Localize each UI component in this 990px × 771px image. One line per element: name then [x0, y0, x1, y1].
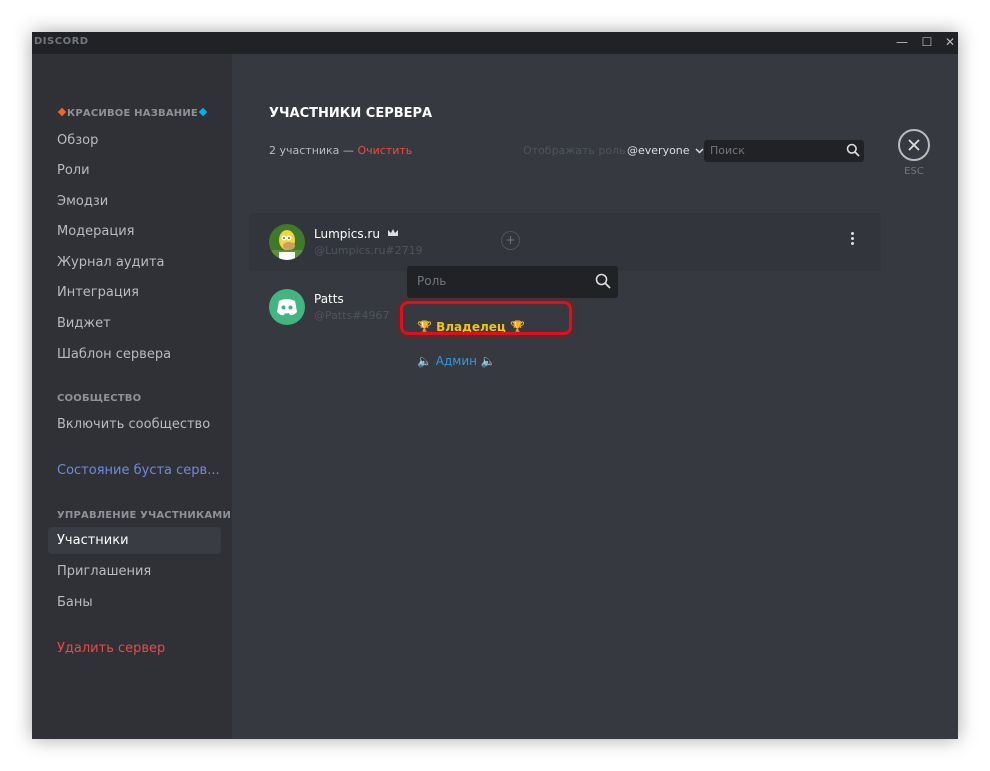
member-tag: @Lumpics.ru#2719	[314, 244, 423, 257]
sidebar-item-integrations[interactable]: Интеграция	[57, 285, 139, 300]
more-options-icon[interactable]	[849, 232, 855, 247]
sidebar-item-overview[interactable]: Обзор	[57, 133, 98, 148]
settings-sidebar: КРАСИВОЕ НАЗВАНИЕ Обзор Роли Эмодзи Моде…	[32, 54, 232, 739]
member-count: 2 участника — Очистить	[269, 144, 413, 157]
page-title: УЧАСТНИКИ СЕРВЕРА	[269, 106, 433, 121]
sidebar-item-widget[interactable]: Виджет	[57, 316, 111, 331]
member-avatar	[269, 224, 305, 260]
search-icon	[595, 273, 611, 289]
member-row[interactable]: Lumpics.ru @Lumpics.ru#2719 +	[249, 213, 881, 271]
sidebar-item-members[interactable]: Участники	[48, 527, 221, 554]
highlight-annotation	[400, 301, 572, 335]
sidebar-item-enable-community[interactable]: Включить сообщество	[57, 417, 210, 432]
title-bar: DISCORD — ☐ ✕	[32, 32, 958, 54]
sidebar-item-boost-status[interactable]: Состояние буста серв...	[57, 463, 220, 478]
clear-filter-link[interactable]: Очистить	[357, 144, 412, 157]
close-window-button[interactable]: ✕	[942, 34, 958, 50]
close-settings-button[interactable]	[898, 129, 930, 161]
server-name-heading: КРАСИВОЕ НАЗВАНИЕ	[57, 107, 208, 119]
discord-logo: DISCORD	[34, 36, 89, 47]
diamond-icon	[57, 107, 67, 117]
sidebar-item-bans[interactable]: Баны	[57, 595, 93, 610]
search-icon	[846, 143, 860, 157]
add-role-button[interactable]: +	[501, 231, 520, 250]
discord-logo-icon	[277, 299, 297, 316]
maximize-button[interactable]: ☐	[919, 34, 935, 50]
members-management-heading: УПРАВЛЕНИЕ УЧАСТНИКАМИ	[57, 510, 232, 521]
diamond-icon	[198, 107, 208, 117]
discord-window: DISCORD — ☐ ✕ КРАСИВОЕ НАЗВАНИЕ Обзор Ро…	[32, 32, 958, 739]
display-role-label: Отображать роль	[523, 144, 626, 157]
sidebar-item-audit-log[interactable]: Журнал аудита	[57, 255, 165, 270]
role-filter-dropdown[interactable]: @everyone	[627, 144, 704, 157]
crown-icon	[387, 229, 398, 236]
member-name: Patts	[314, 292, 344, 306]
members-panel: УЧАСТНИКИ СЕРВЕРА 2 участника — Очистить…	[232, 54, 958, 739]
sidebar-item-moderation[interactable]: Модерация	[57, 224, 135, 239]
community-heading: СООБЩЕСТВО	[57, 393, 142, 404]
sidebar-item-emoji[interactable]: Эмодзи	[57, 194, 108, 209]
sidebar-item-roles[interactable]: Роли	[57, 163, 90, 178]
role-option-admin[interactable]: 🔈 Админ 🔈	[417, 354, 496, 368]
chevron-down-icon	[695, 148, 704, 154]
member-tag: @Patts#4967	[314, 309, 390, 322]
sidebar-item-server-template[interactable]: Шаблон сервера	[57, 347, 171, 362]
minimize-button[interactable]: —	[894, 34, 910, 50]
close-icon	[908, 139, 920, 151]
member-name: Lumpics.ru	[314, 227, 399, 241]
member-avatar	[269, 289, 305, 325]
delete-server-button[interactable]: Удалить сервер	[57, 641, 165, 656]
esc-close[interactable]: ESC	[898, 129, 932, 177]
member-search-input[interactable]: Поиск	[704, 140, 864, 162]
esc-label: ESC	[904, 166, 924, 177]
sidebar-item-invites[interactable]: Приглашения	[57, 564, 151, 579]
homer-avatar-icon	[269, 224, 305, 260]
role-search-input[interactable]: Роль	[407, 266, 618, 298]
